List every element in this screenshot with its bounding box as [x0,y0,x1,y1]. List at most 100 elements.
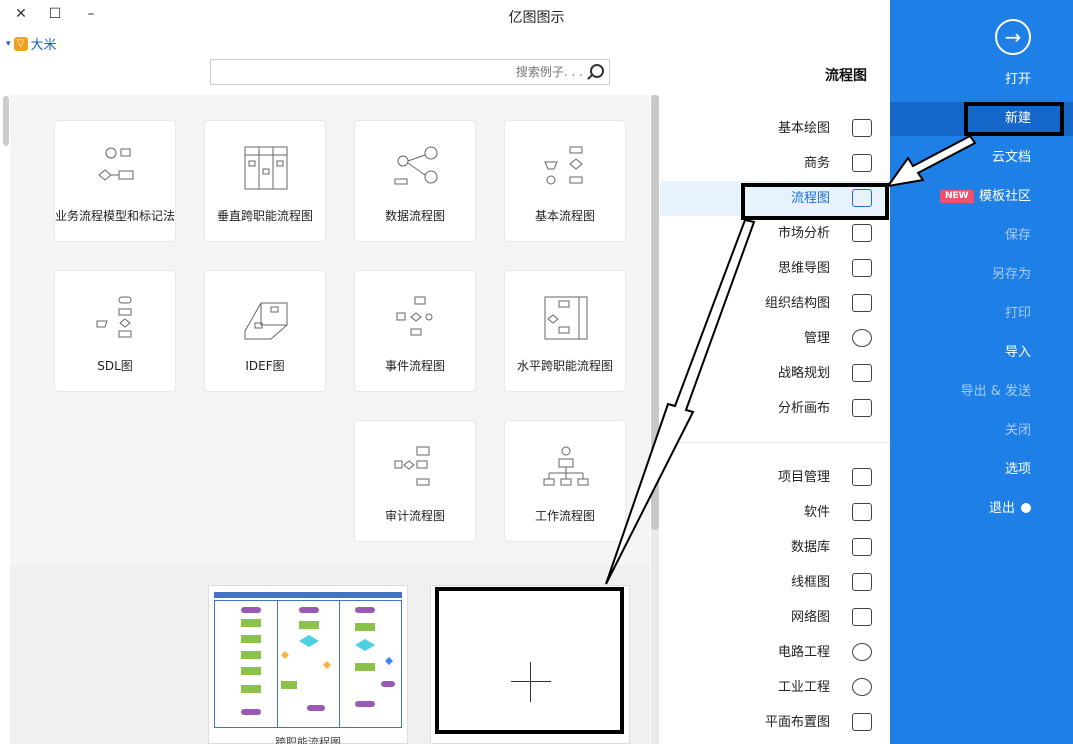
menu-close[interactable]: 关闭 [890,414,1073,448]
example-caption: 跨职能流程图 [275,736,341,744]
category-item[interactable]: 基本绘图 [660,111,890,146]
template-grid: 基本流程图 数据流程图 垂直跨职能流程图 业务流程模型和标记法 水平跨职能流程图… [10,95,650,565]
database-icon [852,538,872,556]
search-input[interactable] [215,60,583,84]
category-item[interactable]: 平面布置图 [660,705,890,740]
category-label: 软件 [803,505,830,520]
search-icon[interactable] [590,64,604,78]
menu-export-send[interactable]: 导出 & 发送 [890,375,1073,409]
category-item[interactable]: 电路工程 [660,635,890,670]
plus-icon [511,681,551,682]
wireframe-icon [852,573,872,591]
category-label: 市场分析 [777,226,830,241]
template-card[interactable]: 基本流程图 [504,120,626,242]
menu-new[interactable]: 新建 [890,102,1073,136]
category-item[interactable]: 市场分析 [660,216,890,251]
back-arrow-icon[interactable] [995,19,1031,55]
category-item[interactable]: 组织结构图 [660,286,890,321]
template-card[interactable]: 事件流程图 [354,270,476,392]
close-window-button[interactable]: ✕ [10,4,32,24]
gantt-icon [852,468,872,486]
industrial-icon [852,678,872,696]
template-label: 垂直跨职能流程图 [216,209,313,223]
template-label: SDL图 [97,359,133,373]
template-label: 基本流程图 [534,209,595,223]
category-label: 分析画布 [777,401,830,416]
template-card[interactable]: 工作流程图 [504,420,626,542]
basic-flowchart-icon [544,146,583,185]
category-label: 管理 [803,331,830,346]
category-item[interactable]: 项目管理 [660,460,890,495]
template-card[interactable]: 数据流程图 [354,120,476,242]
menu-save[interactable]: 保存 [890,219,1073,253]
category-label: 思维导图 [777,261,830,276]
user-name: 大米 [30,38,57,53]
template-label: 水平跨职能流程图 [516,359,613,373]
template-scrollbar[interactable] [651,95,659,744]
minimize-window-button[interactable]: – [80,4,102,24]
menu-save-as[interactable]: 另存为 [890,258,1073,292]
category-item[interactable]: 网络图 [660,600,890,635]
category-label: 组织结构图 [764,296,830,311]
divider [660,442,890,443]
strategy-icon [852,364,872,382]
menu-cloud-docs[interactable]: 云文档 [890,141,1073,175]
category-label: 平面布置图 [764,715,830,730]
menu-label: 模板社区 [978,189,1031,204]
shapes-icon [852,119,872,137]
file-menu-sidebar: 打开 新建 云文档 NEW 模板社区 保存 另存为 打印 导入 导出 & 发送 … [890,0,1073,744]
exit-icon [1021,503,1031,513]
category-item[interactable]: 软件 [660,495,890,530]
template-card[interactable]: 业务流程模型和标记法 [54,120,176,242]
software-icon [852,503,872,521]
left-scrollbar[interactable] [3,96,9,146]
template-card[interactable]: 水平跨职能流程图 [504,270,626,392]
event-flow-icon [396,296,433,336]
scroll-thumb[interactable] [651,95,659,530]
title-bar: ✕ ☐ – [0,0,890,30]
search-box[interactable] [210,59,610,85]
category-label: 网络图 [790,610,830,625]
circuit-icon [852,643,872,661]
category-panel: 基本绘图 商务 流程图 市场分析 思维导图 组织结构图 管理 战略规划 分析画布… [660,95,890,744]
category-item[interactable]: 管理 [660,321,890,356]
workflow-icon [543,446,589,486]
category-item[interactable]: 分析画布 [660,391,890,426]
menu-label: 退出 [988,501,1015,516]
thumbnail-swimlanes [214,600,402,728]
category-item-selected[interactable]: 流程图 [660,181,890,216]
menu-print[interactable]: 打印 [890,297,1073,331]
template-card[interactable]: SDL图 [54,270,176,392]
menu-import[interactable]: 导入 [890,336,1073,370]
template-card[interactable]: IDEF图 [204,270,326,392]
menu-template-community[interactable]: NEW 模板社区 [890,180,1073,214]
category-label: 数据库 [790,540,830,555]
template-card[interactable]: 审计流程图 [354,420,476,542]
user-menu[interactable]: ▾ ▽ 大米 [6,34,57,53]
menu-options[interactable]: 选项 [890,453,1073,487]
menu-exit[interactable]: 退出 [890,492,1073,526]
template-label: 审计流程图 [384,509,445,523]
category-label: 项目管理 [777,470,830,485]
category-label: 战略规划 [777,366,830,381]
category-item[interactable]: 商务 [660,146,890,181]
category-label: 商务 [803,156,830,171]
template-card[interactable]: 垂直跨职能流程图 [204,120,326,242]
template-label: 业务流程模型和标记法 [55,209,176,223]
menu-open[interactable]: 打开 [890,63,1073,97]
category-item[interactable]: 线框图 [660,565,890,600]
category-item[interactable]: 数据库 [660,530,890,565]
category-label: 流程图 [790,191,830,206]
user-level-icon: ▽ [13,36,28,51]
category-item[interactable]: 工业工程 [660,670,890,705]
maximize-window-button[interactable]: ☐ [44,4,66,24]
template-label: 事件流程图 [384,359,445,373]
example-thumbnail[interactable]: 跨职能流程图 [208,585,408,744]
category-item[interactable]: 思维导图 [660,251,890,286]
new-blank-button[interactable] [430,585,630,744]
audit-flow-icon [394,446,430,486]
gear-icon [852,329,872,347]
canvas-icon [852,399,872,417]
flowchart-icon [852,189,872,207]
category-item[interactable]: 战略规划 [660,356,890,391]
